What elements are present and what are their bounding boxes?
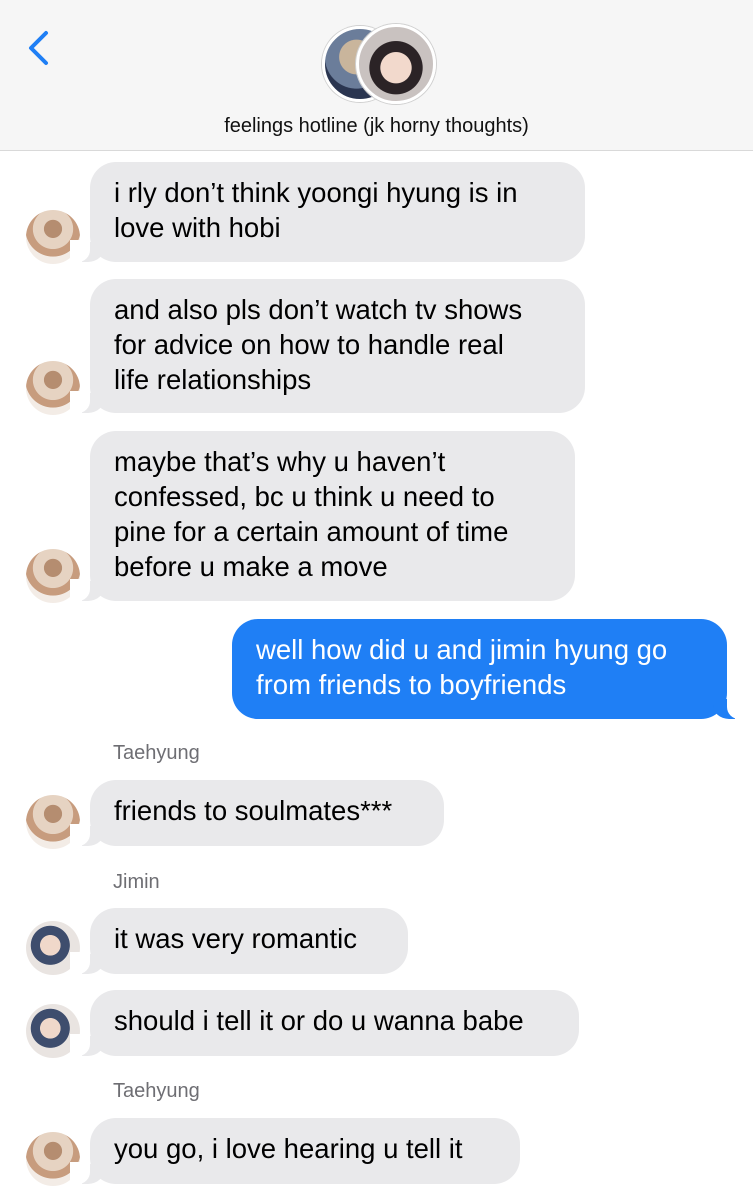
message-bubble[interactable]: should i tell it or do u wanna babe (70, 990, 579, 1056)
message-bubble[interactable]: maybe that’s why u haven’t confessed, bc… (70, 431, 575, 601)
message-text-line: from friends to boyfriends (256, 669, 567, 700)
message-bubble[interactable]: you go, i love hearing u tell it (70, 1118, 520, 1184)
message-text-line: you go, i love hearing u tell it (114, 1133, 463, 1164)
bubble-tail (70, 579, 104, 601)
message-bubble[interactable]: friends to soulmates*** (70, 780, 444, 846)
group-title[interactable]: feelings hotline (jk horny thoughts) (0, 115, 753, 138)
sender-name: Taehyung (113, 742, 200, 764)
bubble-tail (713, 697, 747, 719)
bubble-tail (70, 824, 104, 846)
message-text-line: friends to soulmates*** (114, 795, 393, 826)
message-text-line: for advice on how to handle real (114, 329, 504, 360)
message-text-line: it was very romantic (114, 923, 357, 954)
message-bubble-outgoing[interactable]: well how did u and jimin hyung go from f… (232, 619, 747, 719)
bubble-tail (70, 952, 104, 974)
message-bubble[interactable]: and also pls don’t watch tv shows for ad… (70, 279, 585, 413)
message-text-line: maybe that’s why u haven’t (114, 446, 446, 477)
sender-name: Taehyung (113, 1080, 200, 1102)
bubble-tail (70, 1034, 104, 1056)
bubble-tail (70, 1162, 104, 1184)
message-text-line: love with hobi (114, 212, 281, 243)
message-bubble[interactable]: i rly don’t think yoongi hyung is in lov… (70, 162, 585, 262)
bubble-tail (70, 240, 104, 262)
message-text-line: and also pls don’t watch tv shows (114, 294, 523, 325)
message-text-line: pine for a certain amount of time (114, 516, 509, 547)
message-text-line: i rly don’t think yoongi hyung is in (114, 177, 518, 208)
sender-name: Jimin (113, 871, 160, 893)
message-text-line: well how did u and jimin hyung go (256, 634, 668, 665)
message-bubble[interactable]: it was very romantic (70, 908, 408, 974)
conversation-header: feelings hotline (jk horny thoughts) (0, 0, 753, 151)
message-text-line: confessed, bc u think u need to (114, 481, 495, 512)
message-text-line: should i tell it or do u wanna babe (114, 1005, 524, 1036)
group-avatars[interactable] (320, 24, 440, 104)
bubble-tail (70, 391, 104, 413)
avatar (356, 24, 436, 104)
message-text-line: before u make a move (114, 551, 388, 582)
chevron-left-icon[interactable] (24, 30, 54, 66)
message-text-line: life relationships (114, 364, 312, 395)
